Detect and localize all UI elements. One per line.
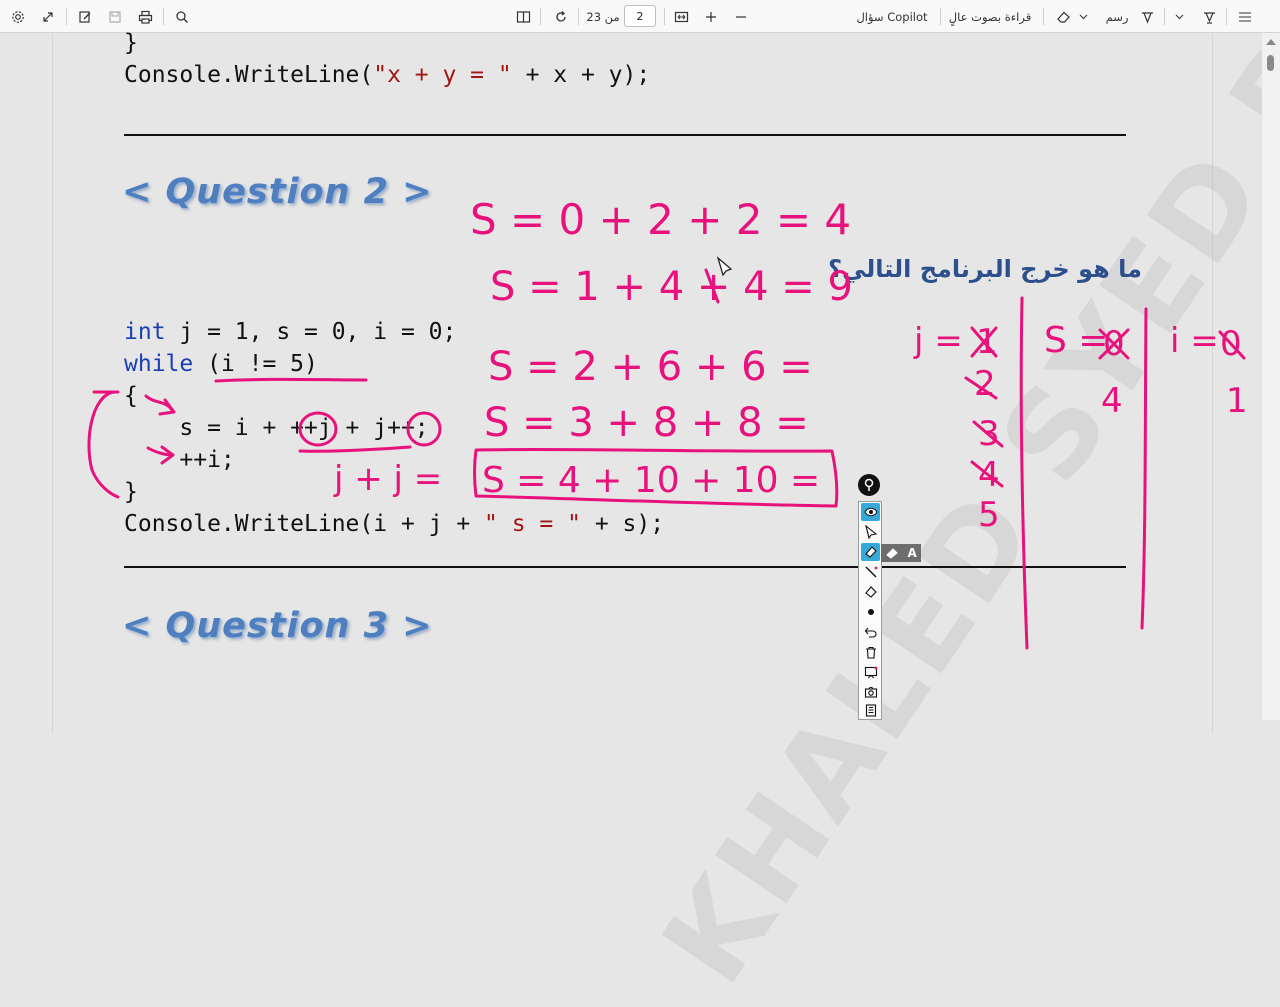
draw-pen-icon[interactable] [1136, 0, 1158, 33]
draw-label[interactable]: رسم [1100, 0, 1134, 33]
tool-submenu: A [881, 544, 921, 562]
code-string: "x + y = " [373, 62, 512, 88]
code-while: while (i != 5) [124, 348, 318, 380]
select-arrow-icon[interactable] [861, 523, 880, 541]
question-2-heading: < Question 2 > [122, 172, 433, 212]
code-text: j = 1, s = 0, i = 0; [165, 319, 457, 345]
arabic-question-text: ما هو خرج البرنامج التالي؟ [828, 255, 1142, 283]
settings-icon[interactable] [8, 0, 28, 33]
rotate-icon[interactable] [550, 0, 572, 33]
zoom-out-icon[interactable] [730, 0, 752, 33]
code-string: " s = " [484, 511, 581, 537]
ink-i-value: 1 [1226, 381, 1248, 421]
code-keyword: while [124, 351, 194, 377]
scroll-up-arrow-icon[interactable] [1266, 39, 1276, 45]
code-text: (i != 5) [193, 351, 318, 377]
expand-icon[interactable] [38, 0, 58, 33]
code-brace-close-top: } [124, 30, 138, 56]
question-3-heading: < Question 3 > [122, 606, 433, 646]
page-count-label: من 23 [586, 9, 620, 24]
highlighter-sub-icon[interactable] [885, 547, 899, 559]
print-icon[interactable] [135, 0, 155, 33]
scroll-thumb[interactable] [1267, 55, 1274, 71]
trash-icon[interactable] [861, 643, 880, 661]
page-number-input[interactable]: 2 [624, 5, 656, 27]
zoom-in-icon[interactable] [700, 0, 722, 33]
eraser-tool-icon[interactable] [861, 583, 880, 601]
code-text: + s); [580, 511, 665, 537]
read-aloud-button[interactable]: قراءة بصوت عالٍ [946, 0, 1034, 33]
code-text: + x + y); [511, 62, 651, 88]
camera-icon[interactable] [861, 683, 880, 701]
pen-cursor-icon [716, 256, 733, 276]
save-icon[interactable] [105, 0, 125, 33]
code-declaration: int j = 1, s = 0, i = 0; [124, 316, 456, 348]
highlighter-tool-icon[interactable] [861, 543, 880, 561]
chevron-down-icon[interactable] [1172, 0, 1186, 33]
code-writeline-1: Console.WriteLine("x + y = " + x + y); [124, 59, 650, 91]
pen-palette [858, 501, 882, 720]
contents-list-icon[interactable] [1234, 0, 1256, 33]
palette-pin-icon[interactable] [858, 474, 880, 496]
code-increment: ++i; [124, 447, 235, 473]
code-keyword: int [124, 319, 166, 345]
highlighter-icon[interactable] [1198, 0, 1220, 33]
edit-notes-icon[interactable] [75, 0, 95, 33]
search-icon[interactable] [172, 0, 192, 33]
code-brace-close: } [124, 479, 138, 505]
code-text: Console.WriteLine( [124, 62, 374, 88]
divider-rule [124, 134, 1126, 136]
ask-copilot-button[interactable]: سؤال Copilot [852, 0, 932, 33]
code-assign: s = i + ++j + j++; [124, 415, 429, 441]
dot-size-icon[interactable] [861, 603, 880, 621]
clipboard-icon[interactable] [861, 701, 880, 719]
whiteboard-icon[interactable] [861, 663, 880, 681]
eye-icon[interactable] [861, 503, 880, 521]
eraser-icon[interactable] [1052, 0, 1074, 33]
text-tool-icon[interactable]: A [908, 546, 917, 560]
code-text: Console.WriteLine(i + j + [124, 511, 485, 537]
pen-tool-icon[interactable] [861, 563, 880, 581]
divider-rule [124, 566, 1126, 568]
code-writeline-2: Console.WriteLine(i + j + " s = " + s); [124, 508, 664, 540]
chevron-down-icon[interactable] [1076, 0, 1090, 33]
code-brace-open: { [124, 383, 138, 409]
ink-i-value: 0 [1220, 324, 1242, 364]
fit-width-icon[interactable] [670, 0, 692, 33]
pdf-toolbar: من 23 2 سؤال Copilot قراءة بصوت عالٍ رسم [0, 0, 1280, 33]
undo-icon[interactable] [861, 623, 880, 641]
vertical-scrollbar[interactable] [1262, 33, 1280, 720]
page-view-icon[interactable] [512, 0, 534, 33]
